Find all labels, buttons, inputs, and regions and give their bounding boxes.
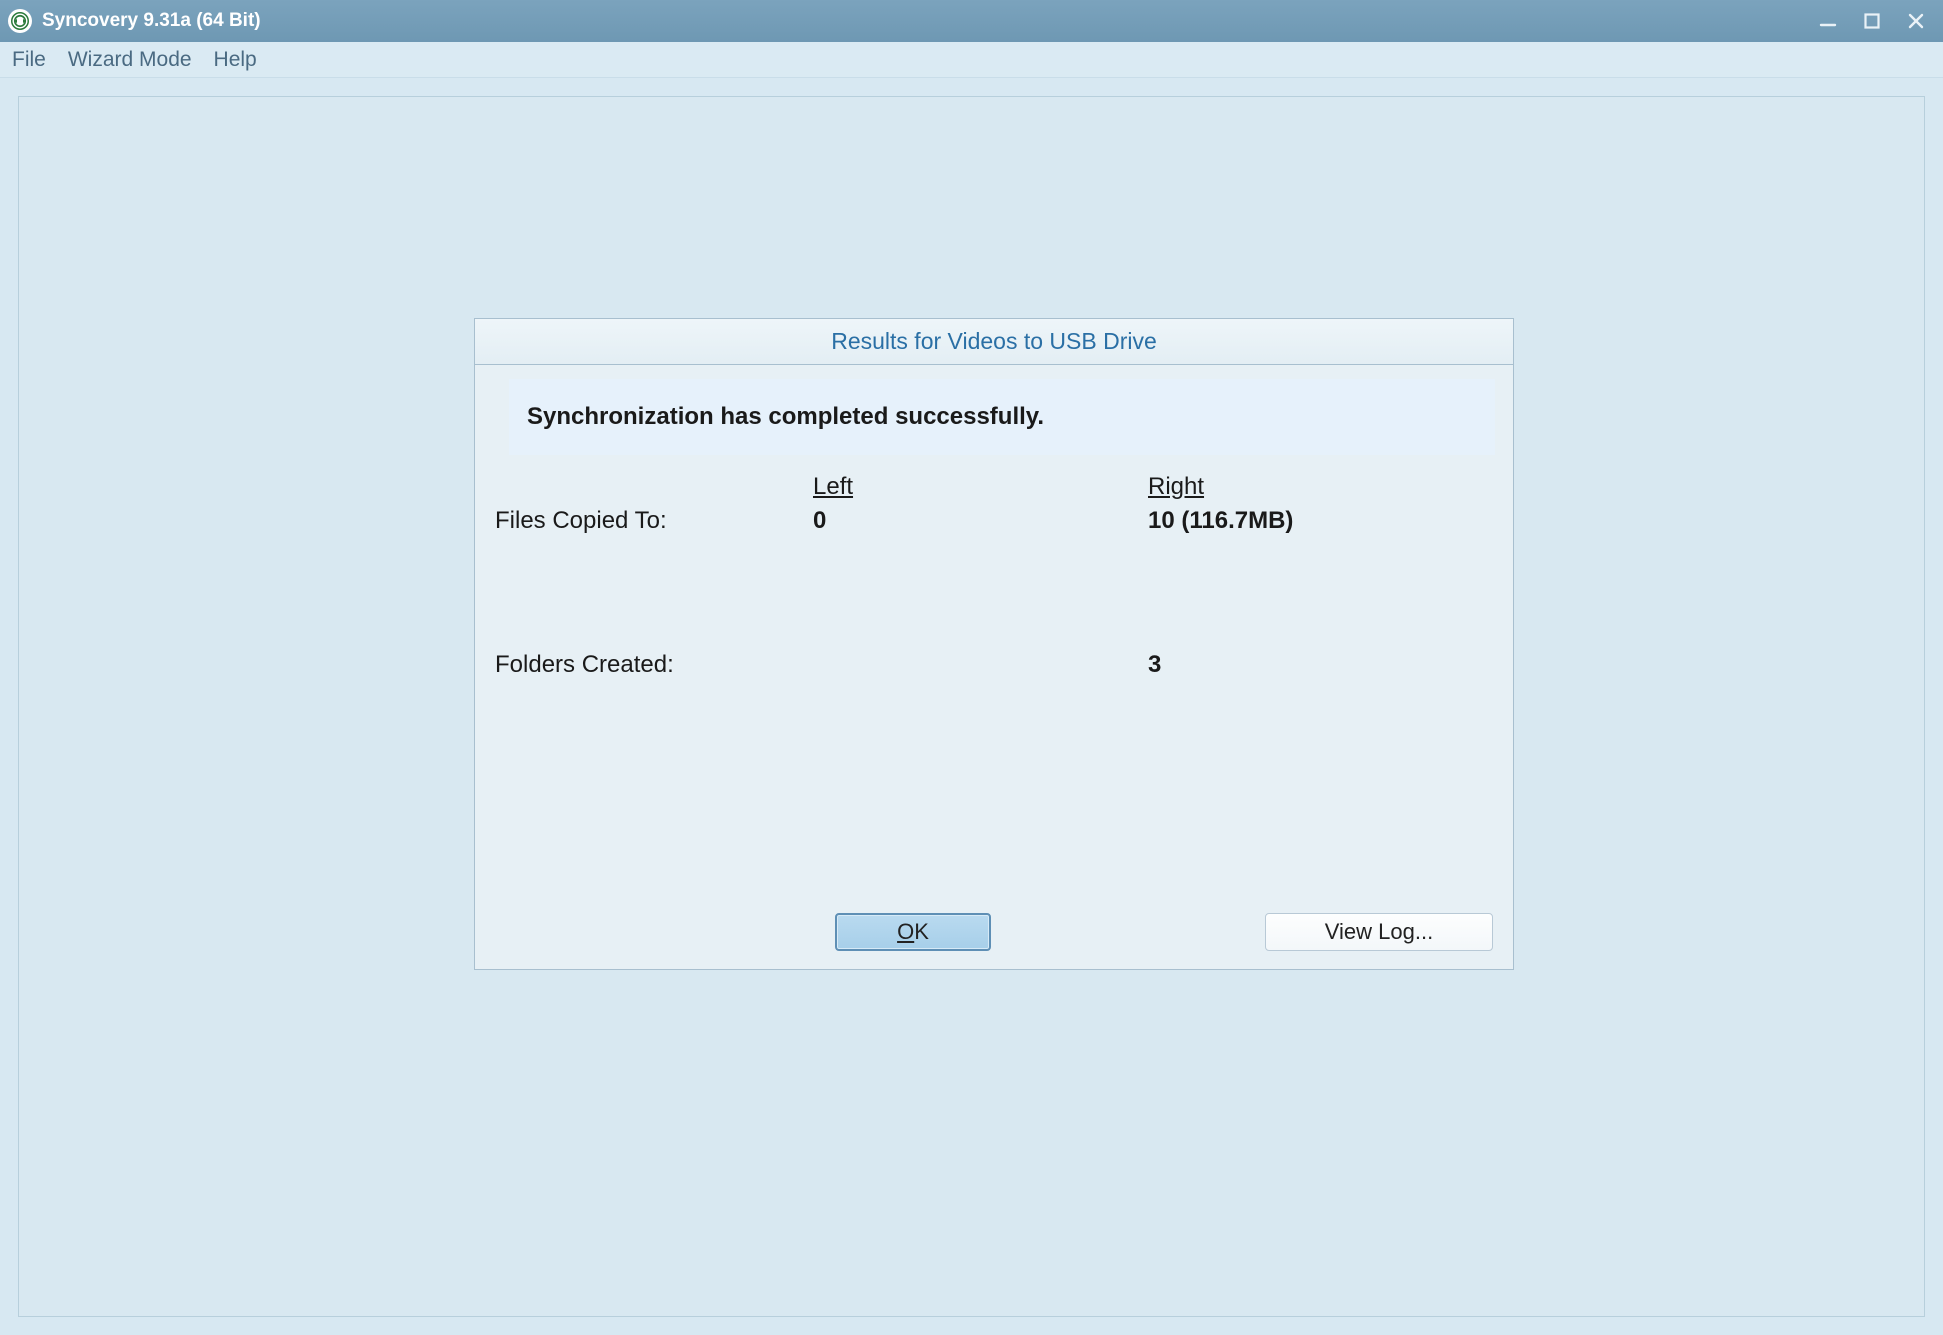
results-dialog: Results for Videos to USB Drive Synchron…	[474, 318, 1514, 970]
app-icon	[8, 9, 32, 33]
ok-button-rest: K	[914, 919, 929, 945]
results-grid: Left Right Files Copied To: 0 10 (116.7M…	[493, 473, 1495, 685]
minimize-button[interactable]	[1815, 8, 1841, 34]
client-area: Results for Videos to USB Drive Synchron…	[0, 78, 1943, 1335]
dialog-title: Results for Videos to USB Drive	[475, 319, 1513, 365]
app-window: Syncovery 9.31a (64 Bit) File Wizard Mod…	[0, 0, 1943, 1335]
maximize-button[interactable]	[1859, 8, 1885, 34]
ok-button-mnemonic: O	[897, 919, 914, 945]
close-button[interactable]	[1903, 8, 1929, 34]
row-label-folders-created: Folders Created:	[493, 651, 813, 679]
window-title: Syncovery 9.31a (64 Bit)	[42, 10, 261, 32]
files-copied-left: 0	[813, 507, 1148, 535]
row-label-files-copied: Files Copied To:	[493, 507, 813, 535]
menu-wizard-mode[interactable]: Wizard Mode	[64, 46, 196, 74]
titlebar: Syncovery 9.31a (64 Bit)	[0, 0, 1943, 42]
menu-file[interactable]: File	[8, 46, 50, 74]
folders-created-right: 3	[1148, 651, 1495, 679]
status-message: Synchronization has completed successful…	[509, 379, 1495, 455]
ok-button[interactable]: OK	[835, 913, 991, 951]
column-header-left: Left	[813, 473, 1148, 501]
window-controls	[1815, 8, 1935, 34]
files-copied-right: 10 (116.7MB)	[1148, 507, 1495, 535]
view-log-button[interactable]: View Log...	[1265, 913, 1493, 951]
menu-help[interactable]: Help	[210, 46, 261, 74]
column-header-right: Right	[1148, 473, 1495, 501]
content-frame: Results for Videos to USB Drive Synchron…	[18, 96, 1925, 1317]
menubar: File Wizard Mode Help	[0, 42, 1943, 78]
dialog-buttons: OK View Log...	[475, 911, 1513, 953]
